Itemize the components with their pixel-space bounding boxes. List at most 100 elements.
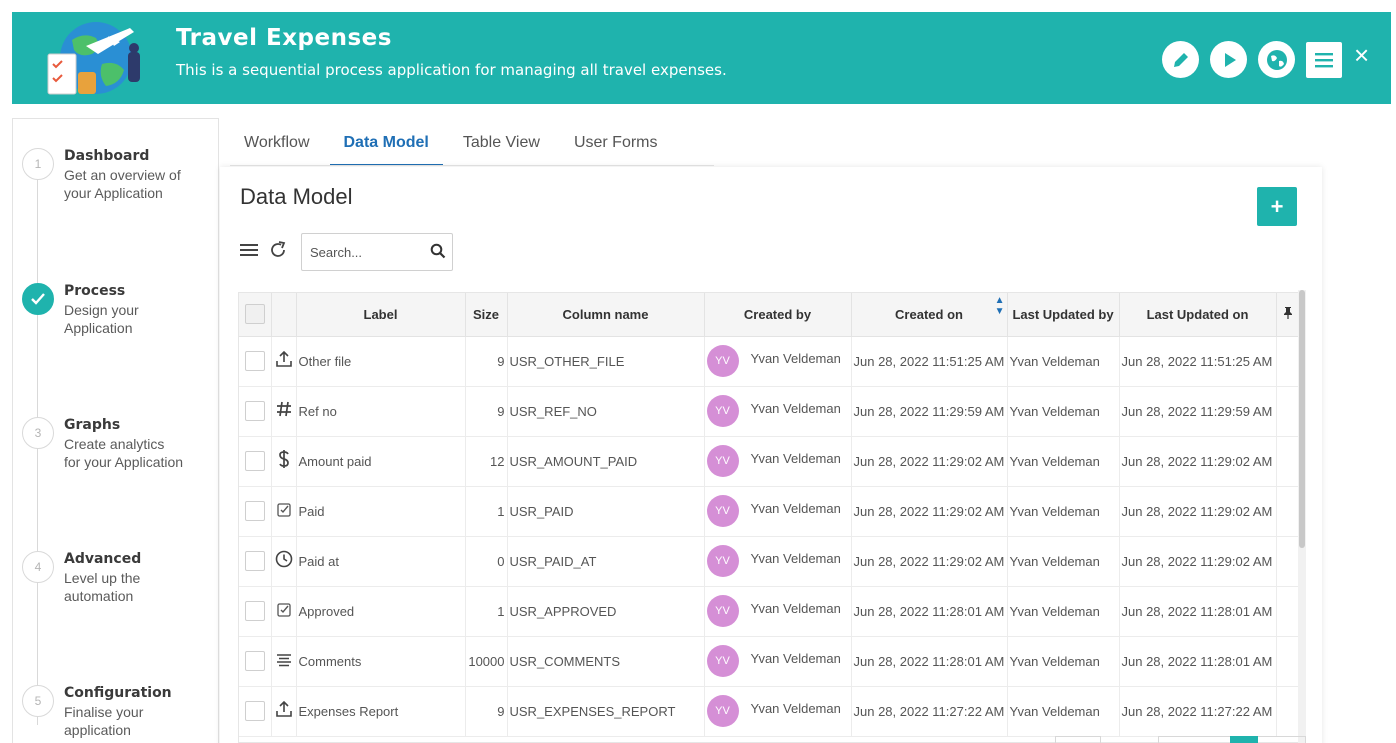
updated-by-cell: Yvan Veldeman [1007,486,1120,537]
step-title: Graphs [64,417,121,433]
page-size-select[interactable] [1055,736,1101,743]
table-row[interactable]: Paid 1 USR_PAID YV Yvan Veldeman Jun 28, 2022… [239,486,1300,537]
edit-button[interactable] [1162,41,1199,78]
row-checkbox[interactable] [245,551,265,571]
publish-button[interactable] [1258,41,1295,78]
refresh-button[interactable] [268,240,288,266]
updated-on-cell: Jun 28, 2022 11:28:01 AM [1119,586,1277,637]
upload-icon [271,336,297,387]
pin-column-header[interactable] [1276,293,1300,337]
created-on-cell: Jun 28, 2022 11:29:02 AM [851,436,1008,487]
updated-by-cell: Yvan Veldeman [1007,686,1120,737]
field-label: Other file [296,336,466,387]
created-on-cell: Jun 28, 2022 11:27:22 AM [851,686,1008,737]
select-all-checkbox[interactable] [245,304,265,325]
updated-by-cell: Yvan Veldeman [1007,536,1120,587]
step-number: 1 [22,148,54,180]
table-row[interactable]: Comments 10000 USR_COMMENTS YV Yvan Veldeman… [239,636,1300,687]
page-title: Data Model [240,184,353,209]
field-size: 1 [465,486,508,537]
play-icon [1224,52,1236,67]
updated-on-cell: Jun 28, 2022 11:51:25 AM [1119,336,1277,387]
column-header-size[interactable]: Size [465,293,508,337]
app-header: Travel Expenses This is a sequential pro… [12,12,1391,104]
row-checkbox[interactable] [245,501,265,521]
step-number: 4 [22,551,54,583]
check-icon [31,293,45,305]
row-checkbox[interactable] [245,451,265,471]
avatar: YV [706,545,739,577]
pin-cell [1276,486,1300,537]
table-row[interactable]: Paid at 0 USR_PAID_AT YV Yvan Veldeman Jun 28… [239,536,1300,587]
row-checkbox[interactable] [245,701,265,721]
created-by-name: Yvan Veldeman [750,600,841,616]
close-icon[interactable]: × [1354,40,1369,70]
field-label: Comments [296,636,466,687]
field-column-name: USR_PAID [507,486,705,537]
updated-on-cell: Jun 28, 2022 11:29:02 AM [1119,536,1277,587]
row-checkbox[interactable] [245,601,265,621]
step-number: 5 [22,685,54,717]
field-column-name: USR_EXPENSES_REPORT [507,686,705,737]
tab-workflow[interactable]: Workflow [230,128,324,166]
column-header-created-by[interactable]: Created by [704,293,852,337]
table-row[interactable]: Ref no 9 USR_REF_NO YV Yvan Veldeman Jun 28, … [239,386,1300,437]
icon-header [271,293,297,337]
column-menu-button[interactable] [240,241,258,264]
field-label: Amount paid [296,436,466,487]
created-on-cell: Jun 28, 2022 11:29:02 AM [851,536,1008,587]
created-by-name: Yvan Veldeman [750,550,841,566]
upload-icon [271,686,297,737]
column-header-column-name[interactable]: Column name [507,293,705,337]
search-icon[interactable] [430,243,446,259]
field-size: 9 [465,336,508,387]
updated-by-cell: Yvan Veldeman [1007,436,1120,487]
row-checkbox[interactable] [245,351,265,371]
scrollbar-thumb[interactable] [1299,290,1305,548]
pin-cell [1276,336,1300,387]
table-row[interactable]: Amount paid 12 USR_AMOUNT_PAID YV Yvan Velde… [239,436,1300,487]
row-checkbox[interactable] [245,651,265,671]
pin-cell [1276,686,1300,737]
field-label: Approved [296,586,466,637]
column-header-created-on[interactable]: Created on ▲ ▼ [851,293,1008,337]
add-field-button[interactable]: + [1257,187,1297,226]
created-by-cell: YV Yvan Veldeman [704,686,852,737]
dollar-icon [271,436,297,487]
created-by-name: Yvan Veldeman [750,700,841,716]
pin-cell [1276,586,1300,637]
pin-cell [1276,386,1300,437]
clock-icon [271,536,297,587]
tab-data-model[interactable]: Data Model [329,128,443,166]
tab-table-view[interactable]: Table View [449,128,554,166]
row-checkbox[interactable] [245,401,265,421]
table-row[interactable]: Approved 1 USR_APPROVED YV Yvan Veldeman Jun … [239,586,1300,637]
field-size: 12 [465,436,508,487]
field-column-name: USR_REF_NO [507,386,705,437]
column-header-label[interactable]: Label [296,293,466,337]
created-by-name: Yvan Veldeman [750,400,841,416]
step-description: Create analytics for your Application [64,436,184,470]
field-size: 9 [465,386,508,437]
column-header-updated-by[interactable]: Last Updated by [1007,293,1120,337]
step-title: Advanced [64,551,142,567]
search-input[interactable] [310,242,420,262]
table-row[interactable]: Expenses Report 9 USR_EXPENSES_REPORT YV Yva… [239,686,1300,737]
created-by-name: Yvan Veldeman [750,500,841,516]
text-lines-icon [271,636,297,687]
pin-cell [1276,536,1300,587]
created-by-name: Yvan Veldeman [750,450,841,466]
refresh-icon [271,241,286,257]
tab-user-forms[interactable]: User Forms [560,128,672,166]
step-complete-check [22,283,54,315]
table-row[interactable]: Other file 9 USR_OTHER_FILE YV Yvan Veldeman… [239,336,1300,387]
run-button[interactable] [1210,41,1247,78]
column-header-updated-on[interactable]: Last Updated on [1119,293,1277,337]
table-header-row: Label Size Column name Created by Create… [239,293,1300,337]
select-all-cell [239,293,272,337]
created-by-cell: YV Yvan Veldeman [704,636,852,687]
row-select-cell [239,336,272,387]
menu-button[interactable] [1306,42,1342,78]
field-label: Ref no [296,386,466,437]
current-page-button[interactable] [1230,736,1258,743]
